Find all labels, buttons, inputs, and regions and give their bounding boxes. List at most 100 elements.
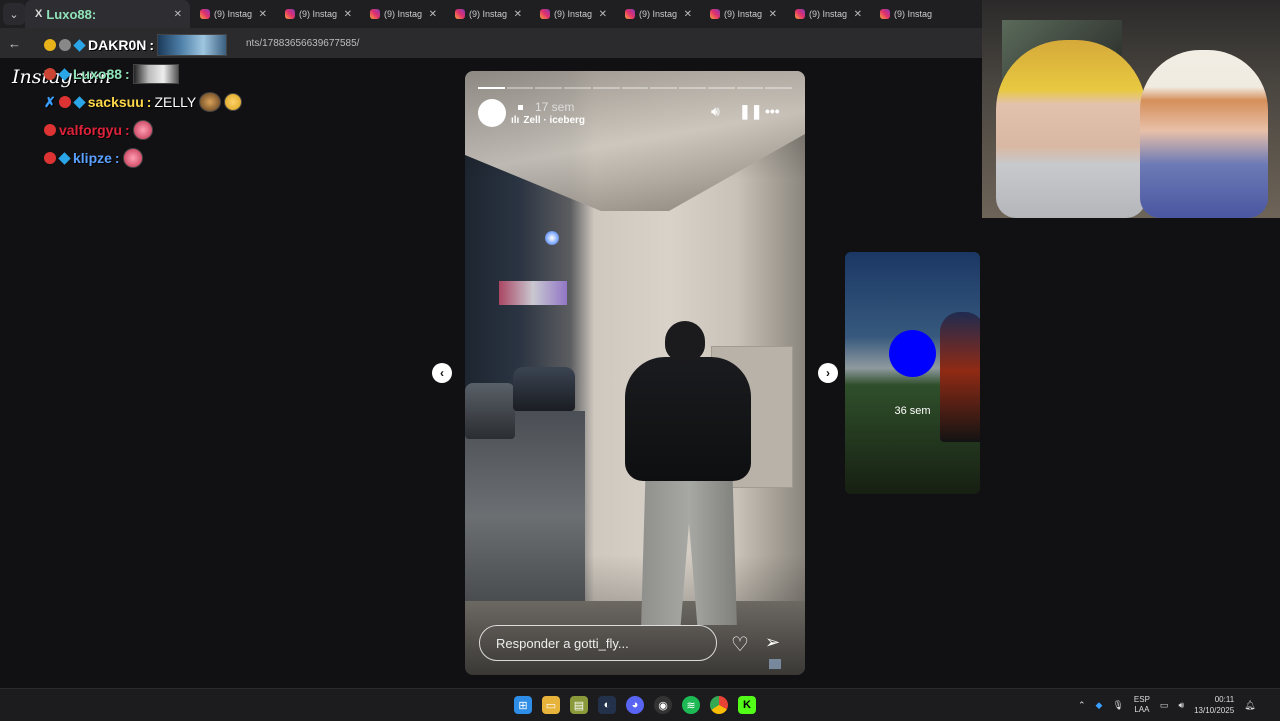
chat-username: DAKR0N <box>88 37 147 53</box>
file-explorer-icon[interactable]: ▭ <box>542 696 560 714</box>
chat-message: Luxo88: <box>44 64 179 84</box>
chevron-right-icon: › <box>826 366 830 380</box>
badge-icon <box>44 152 56 164</box>
story-photo-sign <box>499 281 567 305</box>
tab-instagram[interactable]: (9) Instagr <box>870 0 955 28</box>
story-music[interactable]: ılı Zell · iceberg <box>511 115 585 126</box>
url-text[interactable]: nts/17883656639677585/ <box>246 38 359 49</box>
progress-segment <box>564 87 591 89</box>
cube-badge-icon <box>73 38 86 52</box>
instagram-icon <box>200 9 210 19</box>
story-photo-car <box>465 383 515 439</box>
next-story-button[interactable]: › <box>818 363 838 383</box>
progress-segment <box>621 87 649 89</box>
chat-message: klipze: <box>44 148 143 168</box>
chat-username: klipze <box>73 150 112 166</box>
tab-close-icon[interactable]: ✕ <box>259 9 267 20</box>
tab-close-icon[interactable]: ✕ <box>854 9 862 20</box>
tab-instagram[interactable]: (9) Instagr ✕ <box>360 0 445 28</box>
emote-hand-icon <box>122 148 143 168</box>
tab-instagram[interactable]: (9) Instagr ✕ <box>785 0 870 28</box>
spotify-icon[interactable]: ≋ <box>682 696 700 714</box>
avatar[interactable] <box>478 99 506 127</box>
sticker-icon <box>769 659 781 669</box>
badge-icon <box>44 124 56 136</box>
badge-icon <box>59 39 71 51</box>
microphone-icon[interactable]: 🎙︎ <box>1112 700 1123 711</box>
tab-instagram[interactable]: (9) Instagr ✕ <box>615 0 700 28</box>
tab-label: (9) Instagr <box>639 9 677 19</box>
sword-badge-icon: ✗ <box>44 93 56 110</box>
dot-icon <box>518 105 523 110</box>
volume-icon[interactable]: 🔊︎ <box>1178 700 1184 711</box>
instagram-icon <box>710 9 720 19</box>
story-photo-lamp <box>545 231 559 245</box>
x-logo-icon: X <box>35 8 43 20</box>
tab-close-icon[interactable]: ✕ <box>514 9 522 20</box>
chat-username: Luxo88 <box>73 66 123 82</box>
notification-bell-icon[interactable]: 🔔︎ <box>1244 700 1255 711</box>
chevron-down-icon: ⌄ <box>9 8 19 21</box>
security-icon[interactable]: ◆ <box>1096 700 1103 711</box>
speaker-icon[interactable]: 🔊︎ <box>711 103 720 120</box>
tab-label: (9) Instagr <box>384 9 422 19</box>
chevron-up-icon[interactable]: ⌃ <box>1078 700 1086 711</box>
tab-label: (9) Instagr <box>214 9 252 19</box>
tab-label: (9) Instagr <box>724 9 762 19</box>
send-icon[interactable]: ➢ <box>765 632 780 653</box>
progress-segment <box>506 87 534 89</box>
tab-close-icon[interactable]: ✕ <box>174 9 182 20</box>
steam-icon[interactable]: ◐ <box>598 696 616 714</box>
tab-close-icon[interactable]: ✕ <box>344 9 352 20</box>
tab-instagram[interactable]: (9) Instagr ✕ <box>190 0 275 28</box>
webcam-person <box>996 40 1146 218</box>
webcam-overlay <box>982 0 1280 218</box>
chat-colon: : <box>149 37 155 53</box>
chat-message: DAKR0N: <box>44 34 228 56</box>
tab-instagram[interactable]: (9) Instagr ✕ <box>275 0 360 28</box>
story-viewer[interactable]: 17 sem ılı Zell · iceberg 🔊︎ ❚❚ ••• Resp… <box>465 71 805 675</box>
obs-icon[interactable]: ◉ <box>654 696 672 714</box>
chat-username: valforgyu <box>59 122 123 138</box>
language-indicator[interactable]: ESP LAA <box>1134 695 1150 715</box>
progress-segment <box>679 87 706 89</box>
tab-instagram[interactable]: (9) Instagr ✕ <box>530 0 615 28</box>
tab-close-icon[interactable]: ✕ <box>429 9 437 20</box>
emote-car-icon <box>157 34 228 56</box>
tab-instagram[interactable]: (9) Instagr ✕ <box>445 0 530 28</box>
badge-icon <box>44 39 56 51</box>
chrome-icon[interactable] <box>710 696 728 714</box>
tab-search-button[interactable]: ⌄ <box>3 3 25 25</box>
kick-icon[interactable]: K <box>738 696 756 714</box>
system-tray: ⌃ ◆ 🎙︎ ESP LAA ▭ 🔊︎ 00:11 13/10/2025 🔔︎ <box>1078 694 1256 716</box>
tab-label: (9) Instagr <box>894 9 932 19</box>
chat-message: valforgyu: <box>44 120 153 140</box>
reply-input[interactable]: Responder a gotti_fly... <box>479 625 717 661</box>
language-code: ESP <box>1133 695 1150 704</box>
cube-badge-icon <box>58 67 71 81</box>
back-arrow-icon[interactable]: ← <box>8 36 24 51</box>
next-story-preview[interactable]: 36 sem <box>845 252 980 494</box>
tab-active[interactable]: X Luxo88: ✕ <box>25 0 190 28</box>
discord-icon[interactable]: ◕ <box>626 696 644 714</box>
app-icon[interactable]: ▤ <box>570 696 588 714</box>
story-header: 17 sem <box>518 100 574 114</box>
pause-icon[interactable]: ❚❚ <box>739 103 762 120</box>
more-icon[interactable]: ••• <box>765 103 780 119</box>
tab-close-icon[interactable]: ✕ <box>769 9 777 20</box>
windows-start-icon[interactable]: ⊞ <box>514 696 532 714</box>
tab-close-icon[interactable]: ✕ <box>599 9 607 20</box>
chat-colon: : <box>114 150 120 166</box>
chat-username: sacksuu <box>87 94 144 110</box>
emote-image-icon <box>132 64 179 84</box>
tab-close-icon[interactable]: ✕ <box>684 9 692 20</box>
heart-icon[interactable]: ♡ <box>731 632 749 657</box>
clock[interactable]: 00:11 13/10/2025 <box>1194 694 1234 716</box>
keyboard-layout: LAA <box>1134 705 1150 714</box>
story-photo-person <box>665 321 705 361</box>
previous-story-button[interactable]: ‹ <box>432 363 452 383</box>
webcam-person <box>1140 50 1268 218</box>
chat-colon: : <box>125 66 130 82</box>
tab-instagram[interactable]: (9) Instagr ✕ <box>700 0 785 28</box>
network-icon[interactable]: ▭ <box>1160 700 1169 711</box>
